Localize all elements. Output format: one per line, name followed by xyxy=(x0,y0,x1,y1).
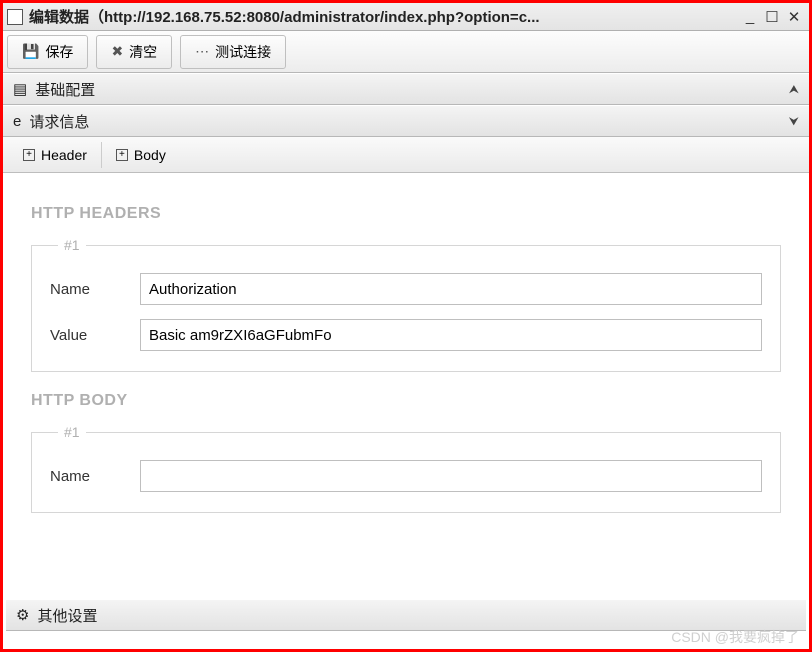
gear-icon: ⚙ xyxy=(16,606,29,624)
header-group-1: #1 Name Value xyxy=(31,237,781,372)
request-info-label: 请求信息 xyxy=(29,111,89,132)
save-icon: 💾 xyxy=(22,43,39,60)
http-body-title: HTTP BODY xyxy=(31,392,781,410)
clear-label: 清空 xyxy=(129,42,157,62)
body-group-1: #1 Name xyxy=(31,424,781,513)
add-header-button[interactable]: + Header xyxy=(9,142,102,168)
other-settings-label: 其他设置 xyxy=(37,605,97,626)
document-icon: ▤ xyxy=(13,80,27,98)
name-label: Name xyxy=(50,468,140,485)
app-icon xyxy=(7,9,23,25)
add-body-button[interactable]: + Body xyxy=(102,142,180,168)
http-headers-title: HTTP HEADERS xyxy=(31,205,781,223)
test-connection-button[interactable]: ⋯ 测试连接 xyxy=(180,35,286,69)
loading-icon: ⋯ xyxy=(195,43,209,60)
plus-icon: + xyxy=(23,149,35,161)
group-legend: #1 xyxy=(58,424,86,440)
chevron-up-icon: ⮝ xyxy=(789,82,799,97)
accordion-other-settings[interactable]: ⚙ 其他设置 xyxy=(6,599,806,631)
close-button[interactable]: ✕ xyxy=(783,8,805,26)
header-name-row: Name xyxy=(50,273,762,305)
minimize-button[interactable]: _ xyxy=(739,8,761,25)
value-label: Value xyxy=(50,327,140,344)
save-button[interactable]: 💾 保存 xyxy=(7,35,88,69)
clear-icon: ✖ xyxy=(111,43,123,60)
clear-button[interactable]: ✖ 清空 xyxy=(96,35,172,69)
plus-icon: + xyxy=(116,149,128,161)
save-label: 保存 xyxy=(45,42,73,62)
body-name-input[interactable] xyxy=(140,460,762,492)
sub-toolbar: + Header + Body xyxy=(3,137,809,173)
test-label: 测试连接 xyxy=(215,42,271,62)
name-label: Name xyxy=(50,281,140,298)
body-name-row: Name xyxy=(50,460,762,492)
add-header-label: Header xyxy=(41,147,87,163)
chevron-down-icon: ⮟ xyxy=(789,114,799,129)
basic-config-label: 基础配置 xyxy=(35,79,95,100)
accordion-basic-config[interactable]: ▤ 基础配置 ⮝ xyxy=(3,73,809,105)
header-name-input[interactable] xyxy=(140,273,762,305)
content-area[interactable]: HTTP HEADERS #1 Name Value HTTP BODY #1 … xyxy=(3,173,809,559)
header-value-row: Value xyxy=(50,319,762,351)
add-body-label: Body xyxy=(134,147,166,163)
group-legend: #1 xyxy=(58,237,86,253)
edge-icon: e xyxy=(13,113,21,130)
maximize-button[interactable]: ☐ xyxy=(761,8,783,26)
window-title: 编辑数据（http://192.168.75.52:8080/administr… xyxy=(29,6,739,27)
accordion-request-info[interactable]: e 请求信息 ⮟ xyxy=(3,105,809,137)
toolbar: 💾 保存 ✖ 清空 ⋯ 测试连接 xyxy=(3,31,809,73)
header-value-input[interactable] xyxy=(140,319,762,351)
titlebar: 编辑数据（http://192.168.75.52:8080/administr… xyxy=(3,3,809,31)
